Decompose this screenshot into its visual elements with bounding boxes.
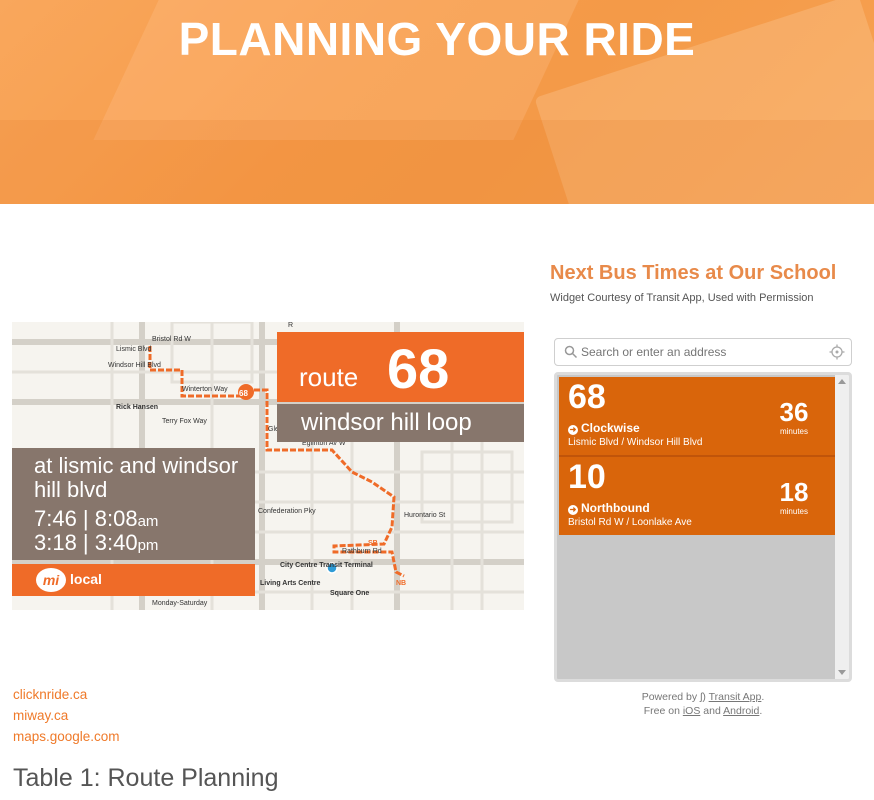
landmark-label: City Centre Transit Terminal bbox=[280, 562, 373, 569]
direction-arrow-icon: ➜ bbox=[568, 425, 578, 435]
landmark-label: Square One bbox=[330, 590, 370, 597]
landmark-label: Living Arts Centre bbox=[260, 580, 321, 587]
locate-me-icon[interactable] bbox=[829, 344, 845, 360]
search-input[interactable] bbox=[581, 343, 821, 361]
street-label: Bristol Rd W bbox=[152, 336, 191, 343]
minutes-value: 36 bbox=[779, 397, 809, 427]
link-google-maps[interactable]: maps.google.com bbox=[13, 726, 120, 747]
table-caption: Table 1: Route Planning bbox=[13, 764, 279, 792]
route-map-image: 68 Bristol Rd W Lismic Blvd Windsor Hill… bbox=[12, 322, 524, 610]
street-label: Windsor Hill Blvd bbox=[108, 362, 161, 369]
street-label: Terry Fox Way bbox=[162, 418, 207, 425]
bus-card[interactable]: 68 ➜ Clockwise Lismic Blvd / Windsor Hill… bbox=[559, 377, 835, 455]
street-label: Confederation Pky bbox=[258, 508, 316, 515]
address-search[interactable] bbox=[554, 338, 852, 366]
hero-banner: PLANNING YOUR RIDE bbox=[0, 0, 874, 204]
street-label: Lismic Blvd bbox=[116, 346, 152, 353]
scroll-up-icon[interactable] bbox=[838, 379, 846, 384]
free-on-line: Free on iOS and Android. bbox=[643, 705, 763, 717]
link-miway[interactable]: miway.ca bbox=[13, 705, 120, 726]
route-name: windsor hill loop bbox=[301, 409, 472, 436]
street-label: Rathburn Rd bbox=[342, 548, 382, 555]
resource-links: clicknride.ca miway.ca maps.google.com bbox=[13, 684, 120, 747]
scrollbar[interactable] bbox=[835, 375, 849, 679]
route-number: 68 bbox=[568, 378, 606, 416]
bus-card[interactable]: 10 ➜ Northbound Bristol Rd W / Loonlake A… bbox=[559, 457, 835, 535]
afternoon-times: 3:18 | 3:40pm bbox=[34, 530, 159, 555]
landmark-label: Rick Hansen bbox=[116, 404, 159, 411]
minutes-label: minutes bbox=[779, 507, 808, 516]
miway-logo: mi bbox=[36, 568, 66, 592]
miway-local-label: local bbox=[70, 571, 102, 587]
next-bus-panel: 68 ➜ Clockwise Lismic Blvd / Windsor Hill… bbox=[554, 372, 852, 682]
route-direction: ➜ Northbound bbox=[568, 501, 650, 515]
link-clicknride[interactable]: clicknride.ca bbox=[13, 684, 120, 705]
minutes-value: 18 bbox=[779, 477, 809, 507]
page-title: PLANNING YOUR RIDE bbox=[178, 13, 696, 65]
stop-name: Lismic Blvd / Windsor Hill Blvd bbox=[568, 437, 703, 448]
stop-name: Bristol Rd W / Loonlake Ave bbox=[568, 517, 692, 528]
direction-label: SB bbox=[368, 540, 378, 547]
route-number: 10 bbox=[568, 458, 606, 496]
route-number: 68 bbox=[387, 337, 450, 400]
direction-label: NB bbox=[396, 580, 407, 587]
stop-times-box: at lismic and windsor hill blvd 7:46 | 8… bbox=[12, 448, 255, 560]
widget-subtitle: Widget Courtesy of Transit App, Used wit… bbox=[550, 292, 814, 304]
link-ios[interactable]: iOS bbox=[683, 705, 701, 717]
svg-text:68: 68 bbox=[239, 389, 248, 398]
route-name-box: windsor hill loop bbox=[277, 404, 524, 442]
transit-logo-icon: ʃ) bbox=[700, 691, 706, 703]
direction-arrow-icon: ➜ bbox=[568, 505, 578, 515]
powered-by: Powered by ʃ) Transit App. Free on iOS a… bbox=[554, 690, 852, 718]
search-icon bbox=[564, 345, 578, 359]
hero-decoration bbox=[0, 120, 874, 204]
street-label: Winterton Way bbox=[182, 386, 228, 393]
legend-label: Monday-Saturday bbox=[152, 600, 208, 607]
powered-line: Powered by ʃ) Transit App. bbox=[641, 691, 765, 703]
street-label: Hurontario St bbox=[404, 512, 446, 519]
miway-local-bar: mi local bbox=[12, 564, 255, 596]
widget-title: Next Bus Times at Our School bbox=[550, 262, 837, 284]
street-label: R bbox=[288, 322, 294, 329]
stop-name: at lismic and windsor hill blvd bbox=[34, 453, 239, 502]
link-transit-app[interactable]: Transit App bbox=[709, 691, 762, 703]
minutes-label: minutes bbox=[779, 427, 808, 436]
morning-times: 7:46 | 8:08am bbox=[34, 506, 159, 531]
route-direction: ➜ Clockwise bbox=[568, 421, 640, 435]
route-number-box: route 68 bbox=[277, 332, 524, 402]
scroll-down-icon[interactable] bbox=[838, 670, 846, 675]
route-word: route bbox=[299, 362, 359, 392]
link-android[interactable]: Android bbox=[723, 705, 759, 717]
